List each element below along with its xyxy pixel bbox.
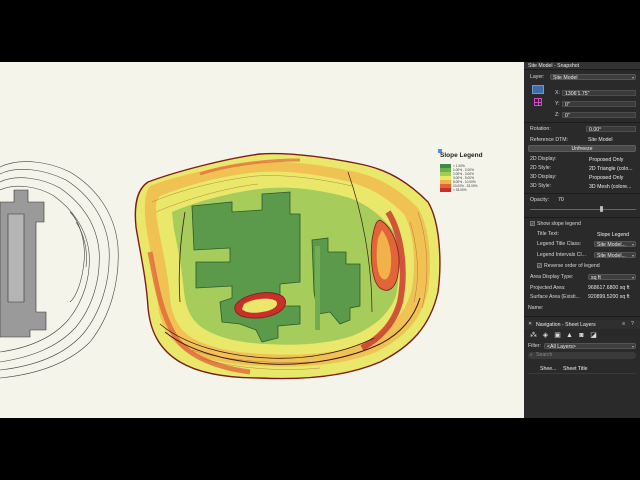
x-field[interactable]: 1306'1.75" — [562, 90, 636, 97]
palette-title-bar[interactable]: Site Model - Snapshot — [524, 62, 640, 70]
legend-row: > 33.00% — [440, 188, 480, 192]
area-display-type-label: Area Display Type: — [530, 274, 574, 280]
chevron-down-icon: ▾ — [631, 241, 634, 247]
layer-dropdown-value: Site Model — [553, 74, 578, 81]
display-2d-label: 2D Display: — [530, 156, 557, 162]
show-slope-legend-checkbox[interactable]: ✓ — [530, 221, 535, 226]
site-model-icon[interactable] — [532, 85, 544, 94]
layer-dropdown[interactable]: Site Model ▾ — [550, 74, 636, 81]
surface-area-label: Surface Area (Existi... — [530, 294, 580, 300]
search-icon: ⌕ — [530, 352, 533, 358]
filter-label: Filter: — [528, 343, 541, 349]
viewport-icon[interactable]: ◪ — [590, 332, 597, 339]
divider — [524, 122, 640, 123]
opacity-value[interactable]: 70 — [558, 197, 564, 203]
organization-icon[interactable]: ⁂ — [530, 332, 537, 339]
chevron-down-icon: ▾ — [631, 252, 634, 258]
style-2d-value: 2D Triangle (colo... — [589, 165, 633, 172]
legend-intervals-value: Site Model... — [597, 252, 626, 259]
layer-label: Layer: — [530, 74, 545, 80]
y-field[interactable]: 0" — [562, 101, 636, 108]
chevron-down-icon: ▾ — [631, 74, 634, 80]
rotation-label: Rotation: — [530, 126, 551, 132]
style-2d-label: 2D Style: — [530, 165, 552, 171]
area-display-type-value: sq ft — [591, 274, 601, 281]
object-info-palette: Site Model - Snapshot Layer: Site Model ▾… — [524, 62, 640, 418]
navigation-title: Navigation - Sheet Layers — [536, 321, 596, 328]
rotation-field[interactable]: 0.00° — [586, 126, 636, 133]
help-icon[interactable]: ? — [631, 321, 634, 327]
legend-title-class-dropdown[interactable]: Site Model... ▾ — [594, 241, 636, 248]
site-drawing — [0, 152, 441, 380]
display-2d-value: Proposed Only — [589, 156, 624, 163]
z-value: 0" — [565, 112, 570, 119]
filter-dropdown-value: <All Layers> — [547, 343, 576, 350]
legend-title: Slope Legend — [440, 152, 483, 159]
reverse-order-label: Reverse order of legend — [544, 263, 600, 269]
palette-title: Site Model - Snapshot — [528, 62, 580, 69]
sheet-layer-icon[interactable]: ▣ — [554, 332, 561, 339]
layers-icon[interactable]: ◈ — [542, 332, 549, 339]
projected-area-label: Projected Area: — [530, 285, 566, 291]
reference-dtm-value: Site Model — [588, 137, 613, 143]
title-text-label: Title Text: — [537, 231, 559, 237]
z-field[interactable]: 0" — [562, 112, 636, 119]
divider — [524, 193, 640, 194]
legend-intervals-label: Legend Intervals Cl... — [537, 252, 587, 258]
unfreeze-button-label: Unfreeze — [571, 145, 593, 152]
sheet-title-column[interactable]: Sheet Title — [563, 366, 588, 372]
area-display-type-dropdown[interactable]: sq ft ▾ — [588, 274, 636, 281]
style-2d-dropdown[interactable]: 2D Triangle (colo... — [586, 165, 636, 172]
divider — [524, 316, 640, 317]
legend-title-class-value: Site Model... — [597, 241, 626, 248]
chevron-down-icon: ▾ — [631, 274, 634, 280]
display-3d-dropdown[interactable]: Proposed Only — [586, 174, 636, 181]
sheet-number-column[interactable]: Shee... — [540, 366, 556, 372]
style-3d-label: 3D Style: — [530, 183, 552, 189]
y-value: 0" — [565, 101, 570, 108]
opacity-label: Opacity: — [530, 197, 550, 203]
close-icon[interactable]: ✕ — [528, 321, 532, 327]
origin-grid-icon[interactable] — [534, 98, 542, 106]
legend-row-label: > 33.00% — [453, 187, 467, 192]
y-label: Y: — [555, 101, 560, 107]
style-3d-value: 3D Mesh (colore... — [589, 183, 632, 190]
title-text-field[interactable]: Slope Legend — [594, 231, 636, 238]
display-2d-dropdown[interactable]: Proposed Only — [586, 156, 636, 163]
menu-icon[interactable]: ≡ — [622, 321, 625, 327]
unfreeze-button[interactable]: Unfreeze — [528, 145, 636, 152]
opacity-slider-thumb[interactable] — [600, 206, 603, 212]
title-text-value: Slope Legend — [597, 231, 630, 238]
saved-view-icon[interactable]: ▲ — [566, 332, 573, 339]
filter-dropdown[interactable]: <All Layers> ▾ — [544, 343, 636, 350]
legend-intervals-dropdown[interactable]: Site Model... ▾ — [594, 252, 636, 259]
navigation-palette-header[interactable]: ✕ Navigation - Sheet Layers ≡ ? — [524, 320, 640, 329]
display-3d-value: Proposed Only — [589, 174, 624, 181]
display-3d-label: 3D Display: — [530, 174, 557, 180]
legend-swatch — [440, 188, 451, 192]
search-placeholder: Search — [536, 352, 553, 358]
x-value: 1306'1.75" — [565, 90, 590, 97]
chevron-down-icon: ▾ — [631, 343, 634, 349]
projected-area-value: 968617.6800 sq ft — [588, 285, 630, 291]
sheet-list-header: Shee... Sheet Title — [528, 365, 636, 374]
reverse-order-checkbox[interactable]: ✓ — [537, 263, 542, 268]
show-slope-legend-label: Show slope legend — [537, 221, 581, 227]
x-label: X: — [555, 90, 560, 96]
legend-title-class-label: Legend Title Class: — [537, 241, 582, 247]
surface-area-value: 920899.5200 sq ft — [588, 294, 630, 300]
name-label: Name: — [528, 305, 544, 311]
sheet-search-input[interactable]: ⌕ Search — [528, 352, 636, 359]
site-model — [134, 152, 441, 380]
reference-dtm-label: Reference DTM: — [530, 137, 569, 143]
z-label: Z: — [555, 112, 560, 118]
divider — [524, 217, 640, 218]
drawing-canvas[interactable]: Slope Legend < 1.00% 1.00% - 2.00% 2.00%… — [0, 62, 524, 418]
rotation-value: 0.00° — [589, 126, 602, 133]
camera-icon[interactable]: ◙ — [578, 332, 585, 339]
existing-building — [0, 189, 47, 338]
style-3d-dropdown[interactable]: 3D Mesh (colore... — [586, 183, 636, 190]
opacity-slider-track[interactable] — [530, 209, 636, 210]
name-field[interactable] — [544, 305, 636, 311]
